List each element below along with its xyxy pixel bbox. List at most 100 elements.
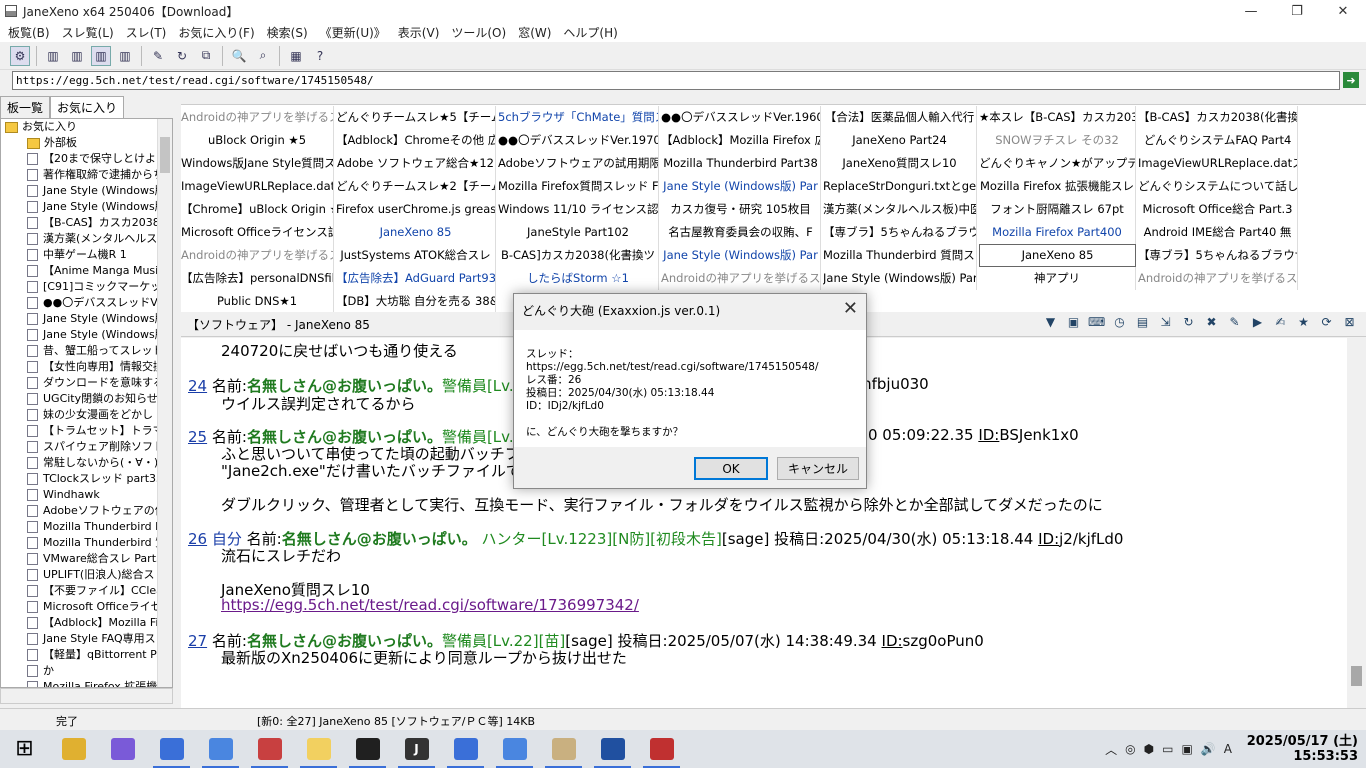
tree-item[interactable]: Jane Style (Windows版 xyxy=(1,183,172,199)
restore-button[interactable]: ❐ xyxy=(1274,0,1320,22)
refresh-icon[interactable]: ↻ xyxy=(172,46,192,66)
tree-item[interactable]: UPLIFT(旧浪人)総合ス xyxy=(1,567,172,583)
go-icon[interactable]: ➜ xyxy=(1343,72,1359,88)
tree-item[interactable]: UGCity閉鎖のお知らせ xyxy=(1,391,172,407)
favorite-thread[interactable]: 【広告除去】AdGuard Part93 xyxy=(336,267,496,290)
favorite-thread[interactable]: uBlock Origin ★5 xyxy=(181,129,334,152)
menu-item[interactable]: ツール(O) xyxy=(445,24,512,41)
next-icon[interactable]: ▶ xyxy=(1249,315,1266,332)
favorite-thread[interactable]: ReplaceStrDonguri.txtとgetd xyxy=(823,175,977,198)
clock[interactable]: 2025/05/17 (土) 15:53:53 xyxy=(1236,734,1366,764)
tree-item[interactable]: か xyxy=(1,663,172,679)
taskbar-extension[interactable] xyxy=(637,730,686,768)
favorite-thread[interactable]: どんぐりシステムFAQ Part4 xyxy=(1138,129,1298,152)
tree-item[interactable]: 昔、蟹工船ってスレッドが xyxy=(1,343,172,359)
menu-item[interactable]: スレ覧(L) xyxy=(56,24,120,41)
network-icon[interactable]: ▣ xyxy=(1181,742,1192,756)
favorite-thread[interactable]: 【専ブラ】5ちゃんねるブラウザ「C xyxy=(823,221,977,244)
favorite-thread[interactable]: Jane Style (Windows版) Par xyxy=(823,267,977,290)
taskbar-game[interactable] xyxy=(588,730,637,768)
favorite-thread[interactable]: どんぐりチームスレ★5【チーム戦 xyxy=(336,106,496,129)
image-icon[interactable]: ▣ xyxy=(1065,315,1082,332)
favorite-thread[interactable]: Microsoft Officeライセンス認証 xyxy=(181,221,334,244)
layout1-icon[interactable]: ▥ xyxy=(43,46,63,66)
export-icon[interactable]: ⇲ xyxy=(1157,315,1174,332)
favorite-thread[interactable]: Mozilla Firefox Part400 xyxy=(979,221,1136,244)
tree-scrollbar[interactable] xyxy=(157,119,172,687)
taskbar-terminal[interactable] xyxy=(343,730,392,768)
taskbar-chrome[interactable] xyxy=(196,730,245,768)
layout3-icon[interactable]: ▥ xyxy=(91,45,111,66)
favorite-thread[interactable]: Microsoft Office総合 Part.3 xyxy=(1138,198,1298,221)
favorite-thread[interactable]: ImageViewURLReplace.datス xyxy=(1138,152,1298,175)
favorite-thread[interactable]: カスカ復号・研究 105枚目 xyxy=(661,198,821,221)
menu-item[interactable]: 板覧(B) xyxy=(2,24,56,41)
tree-item[interactable]: 【トラムセット】トラマドール xyxy=(1,423,172,439)
taskbar-firefox[interactable] xyxy=(147,730,196,768)
favorite-thread[interactable]: Adobe ソフトウェア総合★12 xyxy=(336,152,496,175)
favorite-thread[interactable]: 神アプリ xyxy=(979,267,1136,290)
menu-item[interactable]: 検索(S) xyxy=(261,24,314,41)
id-label[interactable]: ID: xyxy=(882,632,903,650)
favorite-thread[interactable]: フォント厨隔離スレ 67pt xyxy=(979,198,1136,221)
post-number[interactable]: 24 xyxy=(188,377,207,395)
favorite-thread[interactable]: Windows版Jane Style質問スレ xyxy=(181,152,334,175)
write-icon[interactable]: ✍ xyxy=(1272,315,1289,332)
volume-icon[interactable]: 🔊 xyxy=(1201,742,1216,756)
taskbar-mail[interactable] xyxy=(98,730,147,768)
post-number[interactable]: 25 xyxy=(188,428,207,446)
cancel-button[interactable]: キャンセル xyxy=(777,457,859,480)
tree-item[interactable]: 【女性向専用】情報交換 xyxy=(1,359,172,375)
favorite-thread[interactable]: どんぐりシステムについて話しま xyxy=(1138,175,1298,198)
favorite-thread[interactable]: Androidの神アプリを挙げるスレ xyxy=(1138,267,1298,290)
favorite-thread[interactable]: どんぐりチームスレ★2【チーム戦 xyxy=(336,175,496,198)
favorite-thread[interactable]: Windows 11/10 ライセンス認証 xyxy=(498,198,659,221)
tab-boards[interactable]: 板一覧 xyxy=(0,96,51,118)
favorite-thread[interactable]: Androidの神アプリを挙げるスレ xyxy=(661,267,821,290)
tree-item[interactable]: Jane Style FAQ専用ス xyxy=(1,631,172,647)
favorite-thread[interactable]: Androidの神アプリを挙げるスレ xyxy=(181,244,334,267)
printer-icon[interactable]: ▭ xyxy=(1162,742,1173,756)
chevron-up-icon[interactable]: ︿ xyxy=(1105,741,1117,758)
taskbar-firefox[interactable] xyxy=(441,730,490,768)
favorite-thread[interactable]: JaneStyle Part102 xyxy=(498,221,659,244)
ime-icon[interactable]: A xyxy=(1224,742,1232,756)
favorite-thread[interactable]: Adobeソフトウェアの試用期限 xyxy=(498,152,659,175)
dialog-close-icon[interactable]: ✕ xyxy=(843,298,858,319)
tree-item[interactable]: 【Adblock】Mozilla Fire xyxy=(1,615,172,631)
pen-icon[interactable]: ✎ xyxy=(1226,315,1243,332)
taskbar-notepad[interactable] xyxy=(539,730,588,768)
menu-item[interactable]: ヘルプ(H) xyxy=(557,24,623,41)
tree-item[interactable]: Microsoft Officeライセ xyxy=(1,599,172,615)
tree-item[interactable]: スパイウェア削除ソフト S xyxy=(1,439,172,455)
favorite-thread[interactable]: Mozilla Firefox 拡張機能スレ xyxy=(979,175,1136,198)
tree-item[interactable]: 【20まで保守しとけよガイ xyxy=(1,151,172,167)
tree-item[interactable]: 中華ゲーム機R 1 xyxy=(1,247,172,263)
menu-item[interactable]: お気に入り(F) xyxy=(172,24,260,41)
favorite-thread[interactable]: 名古屋教育委員会の収賄、F xyxy=(661,221,821,244)
search-icon[interactable]: ⌕ xyxy=(253,46,273,66)
favorite-thread[interactable]: 【専ブラ】5ちゃんねるブラウザ「C xyxy=(1138,244,1298,267)
tree-item[interactable]: 妹の少女漫画をどかし xyxy=(1,407,172,423)
clock-icon[interactable]: ◷ xyxy=(1111,315,1128,332)
favorite-thread[interactable]: 漢方薬(メンタルヘルス板)中医 xyxy=(823,198,977,221)
tree-item[interactable]: 【軽量】qBittorrent Pa xyxy=(1,647,172,663)
delete-icon[interactable]: ✖ xyxy=(1203,315,1220,332)
favorite-thread[interactable]: JaneXeno Part24 xyxy=(823,129,977,152)
favorite-thread[interactable]: B-CAS]カスカ2038(化書換ツ xyxy=(498,244,659,267)
tree-hscrollbar[interactable] xyxy=(0,688,173,704)
taskbar-file-explorer[interactable] xyxy=(49,730,98,768)
favorite-thread[interactable]: 【Chrome】uBlock Origin ★5 xyxy=(181,198,334,221)
help-icon[interactable]: ? xyxy=(310,46,330,66)
tree-item[interactable]: Jane Style (Windows版 xyxy=(1,327,172,343)
tree-item[interactable]: 【B-CAS】カスカ2038(化 xyxy=(1,215,172,231)
filter-icon[interactable]: ▼ xyxy=(1042,315,1059,332)
star-icon[interactable]: ★ xyxy=(1295,315,1312,332)
favorite-thread[interactable]: したらばStorm ☆1 xyxy=(498,267,659,290)
favorite-thread[interactable]: 【Adblock】Chromeその他 広告 xyxy=(336,129,496,152)
tree-item[interactable]: Adobeソフトウェアの使用 xyxy=(1,503,172,519)
tree-item[interactable]: Jane Style (Windows版 xyxy=(1,311,172,327)
favorite-thread[interactable]: どんぐりキャノン★がアップデート xyxy=(979,152,1136,175)
tree-item[interactable]: Mozilla Thunderbird 質 xyxy=(1,535,172,551)
id-label[interactable]: ID: xyxy=(1038,530,1059,548)
